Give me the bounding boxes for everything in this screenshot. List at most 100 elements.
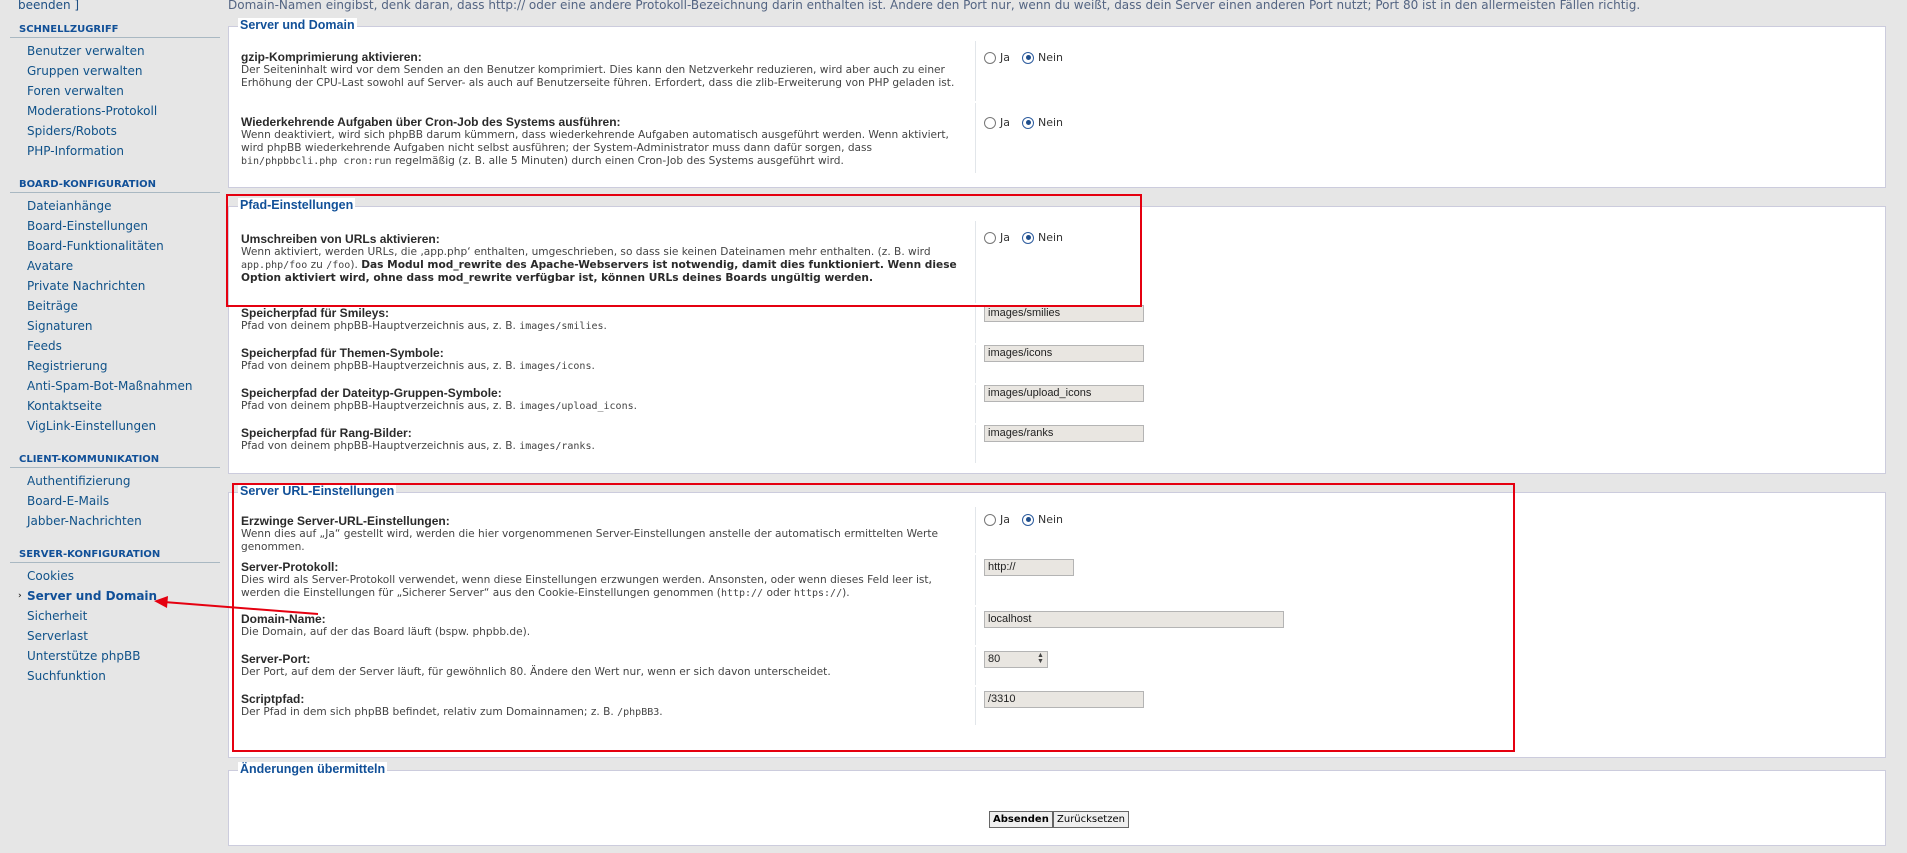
radio-unchecked-icon [984,116,996,129]
sidebar-item-authentifizierung[interactable]: Authentifizierung [10,471,220,491]
setting-description: Dies wird als Server-Protokoll verwendet… [241,574,932,599]
sidebar-section-client: CLIENT-KOMMUNIKATION Authentifizierung B… [10,454,220,531]
sidebar-item-serverlast[interactable]: Serverlast [10,626,220,646]
sidebar-item-signaturen[interactable]: Signaturen [10,316,220,336]
icons-path-input[interactable]: images/icons [984,345,1144,362]
sidebar-item-benutzer[interactable]: Benutzer verwalten [10,41,220,61]
spinner-arrows-icon[interactable]: ▲ ▼ [1036,652,1045,666]
rewrite-radio-no[interactable]: Nein [1022,231,1063,244]
setting-icons-path: Speicherpfad für Themen-Symbole: Pfad vo… [229,345,1885,383]
setting-gzip: gzip-Komprimierung aktivieren: Der Seite… [229,41,1885,101]
smilies-path-input[interactable]: images/smilies [984,305,1144,322]
setting-server-port: Server-Port: Der Port, auf dem der Serve… [229,647,1885,685]
sidebar-item-server-domain[interactable]: › Server und Domain [10,586,220,606]
setting-title: Umschreiben von URLs aktivieren: [241,232,440,246]
submit-button[interactable]: Absenden [989,811,1053,828]
sidebar-item-sicherheit[interactable]: Sicherheit [10,606,220,626]
setting-description: Wenn dies auf „Ja“ gestellt wird, werden… [241,528,939,553]
setting-cron: Wiederkehrende Aufgaben über Cron-Job de… [229,103,1885,173]
sidebar-item-gruppen[interactable]: Gruppen verwalten [10,61,220,81]
sidebar-item-dateianhaenge[interactable]: Dateianhänge [10,196,220,216]
sidebar-heading: SCHNELLZUGRIFF [10,24,220,38]
sidebar-item-anti-spam[interactable]: Anti-Spam-Bot-Maßnahmen [10,376,220,396]
logout-link[interactable]: beenden ] [18,0,79,11]
sidebar-item-feeds[interactable]: Feeds [10,336,220,356]
setting-domain-name: Domain-Name: Die Domain, auf der das Boa… [229,607,1885,645]
upload-icons-path-input[interactable]: images/upload_icons [984,385,1144,402]
sidebar-item-board-einstellungen[interactable]: Board-Einstellungen [10,216,220,236]
rewrite-radio-group: Ja Nein [984,231,1063,244]
radio-unchecked-icon [984,51,996,64]
setting-smilies-path: Speicherpfad für Smileys: Pfad von deine… [229,305,1885,343]
sidebar-item-unterstuetze-phpbb[interactable]: Unterstütze phpBB [10,646,220,666]
sidebar-item-jabber[interactable]: Jabber-Nachrichten [10,511,220,531]
setting-force-server-url: Erzwinge Server-URL-Einstellungen: Wenn … [229,507,1885,553]
legend-submit: Änderungen übermitteln [238,762,388,776]
sidebar-heading: BOARD-KONFIGURATION [10,179,220,193]
row-divider [975,507,976,553]
setting-script-path: Scriptpfad: Der Pfad in dem sich phpBB b… [229,687,1885,725]
cron-radio-yes[interactable]: Ja [984,116,1010,129]
sidebar: SCHNELLZUGRIFF Benutzer verwalten Gruppe… [10,24,220,704]
fieldset-server-domain: Server und Domain gzip-Komprimierung akt… [228,18,1886,188]
setting-description: Der Port, auf dem der Server läuft, für … [241,666,831,678]
gzip-radio-yes[interactable]: Ja [984,51,1010,64]
cron-radio-no[interactable]: Nein [1022,116,1063,129]
sidebar-item-php-info[interactable]: PHP-Information [10,141,220,161]
gzip-radio-no[interactable]: Nein [1022,51,1063,64]
row-divider [975,221,976,303]
sidebar-item-viglink[interactable]: VigLink-Einstellungen [10,416,220,436]
setting-description: Der Seiteninhalt wird vor dem Senden an … [241,64,955,89]
setting-label: Wiederkehrende Aufgaben über Cron-Job de… [241,116,971,168]
ranks-path-input[interactable]: images/ranks [984,425,1144,442]
sidebar-item-kontaktseite[interactable]: Kontaktseite [10,396,220,416]
server-protocol-input[interactable]: http:// [984,559,1074,576]
radio-checked-icon [1022,513,1034,526]
rewrite-radio-yes[interactable]: Ja [984,231,1010,244]
setting-label: gzip-Komprimierung aktivieren: Der Seite… [241,51,971,90]
server-port-input[interactable]: 80 ▲ ▼ [984,651,1048,668]
sidebar-item-beitraege[interactable]: Beiträge [10,296,220,316]
sidebar-item-registrierung[interactable]: Registrierung [10,356,220,376]
row-divider [975,41,976,101]
force-radio-no[interactable]: Nein [1022,513,1063,526]
domain-name-input[interactable]: localhost [984,611,1284,628]
setting-url-rewrite: Umschreiben von URLs aktivieren: Wenn ak… [229,221,1885,303]
sidebar-item-foren[interactable]: Foren verwalten [10,81,220,101]
sidebar-heading: CLIENT-KOMMUNIKATION [10,454,220,468]
radio-checked-icon [1022,116,1034,129]
fieldset-path: Pfad-Einstellungen Umschreiben von URLs … [228,198,1886,474]
setting-description: Wenn deaktiviert, wird sich phpBB darum … [241,129,949,167]
sidebar-item-board-funktionalitaeten[interactable]: Board-Funktionalitäten [10,236,220,256]
setting-label: Umschreiben von URLs aktivieren: Wenn ak… [241,233,971,285]
radio-unchecked-icon [984,513,996,526]
setting-title: Wiederkehrende Aufgaben über Cron-Job de… [241,115,621,129]
top-line: beenden ] Domain-Namen eingibst, denk da… [0,0,1907,14]
force-radio-yes[interactable]: Ja [984,513,1010,526]
setting-ranks-path: Speicherpfad für Rang-Bilder: Pfad von d… [229,425,1885,463]
row-divider [975,555,976,605]
top-info-text: Domain-Namen eingibst, denk daran, dass … [228,0,1641,12]
sidebar-item-board-emails[interactable]: Board-E-Mails [10,491,220,511]
sidebar-item-spiders[interactable]: Spiders/Robots [10,121,220,141]
sidebar-item-suchfunktion[interactable]: Suchfunktion [10,666,220,686]
sidebar-item-private-nachrichten[interactable]: Private Nachrichten [10,276,220,296]
sidebar-section-quick: SCHNELLZUGRIFF Benutzer verwalten Gruppe… [10,24,220,161]
sidebar-section-board: BOARD-KONFIGURATION Dateianhänge Board-E… [10,179,220,436]
fieldset-submit: Änderungen übermitteln Absenden Zurückse… [228,762,1886,846]
fieldset-server-url: Server URL-Einstellungen Erzwinge Server… [228,484,1886,758]
setting-title: Erzwinge Server-URL-Einstellungen: [241,514,450,528]
setting-server-protocol: Server-Protokoll: Dies wird als Server-P… [229,555,1885,605]
sidebar-item-cookies[interactable]: Cookies [10,566,220,586]
sidebar-item-avatare[interactable]: Avatare [10,256,220,276]
script-path-input[interactable]: /3310 [984,691,1144,708]
port-value: 80 [988,653,1001,665]
legend-path: Pfad-Einstellungen [238,198,356,212]
reset-button[interactable]: Zurücksetzen [1053,811,1129,828]
setting-upload-icons-path: Speicherpfad der Dateityp-Gruppen-Symbol… [229,385,1885,423]
setting-title: gzip-Komprimierung aktivieren: [241,50,422,64]
setting-title: Server-Protokoll: [241,560,339,574]
force-radio-group: Ja Nein [984,513,1063,526]
radio-checked-icon [1022,231,1034,244]
sidebar-item-moderations-protokoll[interactable]: Moderations-Protokoll [10,101,220,121]
